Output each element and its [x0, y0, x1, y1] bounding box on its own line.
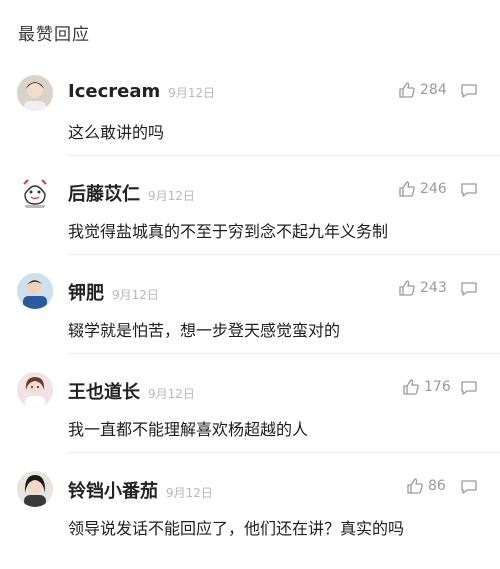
avatar[interactable] [17, 75, 53, 111]
comment-bubble-icon[interactable] [460, 281, 478, 297]
comment-bubble-icon[interactable] [460, 83, 478, 99]
thumbs-up-icon [399, 181, 415, 197]
like-count: 243 [420, 280, 447, 296]
like-count: 176 [424, 379, 451, 395]
username[interactable]: Icecream [68, 81, 160, 102]
divider [68, 155, 500, 156]
comment-text: 我一直都不能理解喜欢杨超越的人 [68, 420, 309, 439]
avatar[interactable] [17, 471, 53, 507]
like-count: 86 [428, 478, 446, 494]
comment-bubble-icon[interactable] [460, 380, 478, 396]
comment-date: 9月12日 [166, 486, 213, 500]
thumbs-up-icon [407, 478, 423, 494]
like-button[interactable]: 176 [402, 378, 451, 396]
username[interactable]: 铃铛小番茄 [68, 477, 158, 503]
avatar[interactable] [17, 273, 53, 309]
divider [68, 353, 500, 354]
like-button[interactable]: 86 [406, 477, 446, 495]
comment-date: 9月12日 [168, 86, 216, 100]
comment-text: 这么敢讲的吗 [68, 123, 165, 142]
comment-text: 辍学就是怕苦，想一步登天感觉蛮对的 [68, 321, 341, 340]
like-button[interactable]: 246 [398, 180, 447, 198]
comment-bubble-icon[interactable] [460, 479, 478, 495]
comment-item: 铃铛小番茄 9月12日 86 领导说发话不能回应了，他们还在讲？真实的吗 [0, 471, 500, 569]
like-button[interactable]: 243 [398, 279, 447, 297]
thumbs-up-icon [399, 280, 415, 296]
comment-item: 王也道长 9月12日 176 我一直都不能理解喜欢杨超越的人 [0, 372, 500, 470]
username[interactable]: 王也道长 [68, 378, 140, 404]
comment-item: 钾肥 9月12日 243 辍学就是怕苦，想一步登天感觉蛮对的 [0, 273, 500, 371]
like-button[interactable]: 284 [398, 81, 447, 99]
avatar[interactable] [17, 372, 53, 408]
like-count: 284 [420, 82, 447, 98]
username[interactable]: 钾肥 [68, 279, 104, 305]
comment-text: 我觉得盐城真的不至于穷到念不起九年义务制 [68, 222, 389, 241]
comment-item: 后藤苡仁 9月12日 246 我觉得盐城真的不至于穷到念不起九年义务制 [0, 174, 500, 272]
comment-text: 领导说发话不能回应了，他们还在讲？真实的吗 [68, 519, 405, 538]
comment-date: 9月12日 [148, 387, 195, 401]
comment-bubble-icon[interactable] [460, 182, 478, 198]
comment-date: 9月12日 [112, 288, 159, 302]
section-title: 最赞回应 [18, 25, 90, 45]
comment-date: 9月12日 [148, 189, 195, 203]
divider [68, 254, 500, 255]
comment-item: Icecream 9月12日 284 这么敢讲的吗 [0, 75, 500, 173]
like-count: 246 [420, 181, 447, 197]
thumbs-up-icon [403, 379, 419, 395]
username[interactable]: 后藤苡仁 [68, 180, 140, 206]
thumbs-up-icon [399, 82, 415, 98]
divider [68, 452, 500, 453]
avatar[interactable] [17, 174, 53, 210]
